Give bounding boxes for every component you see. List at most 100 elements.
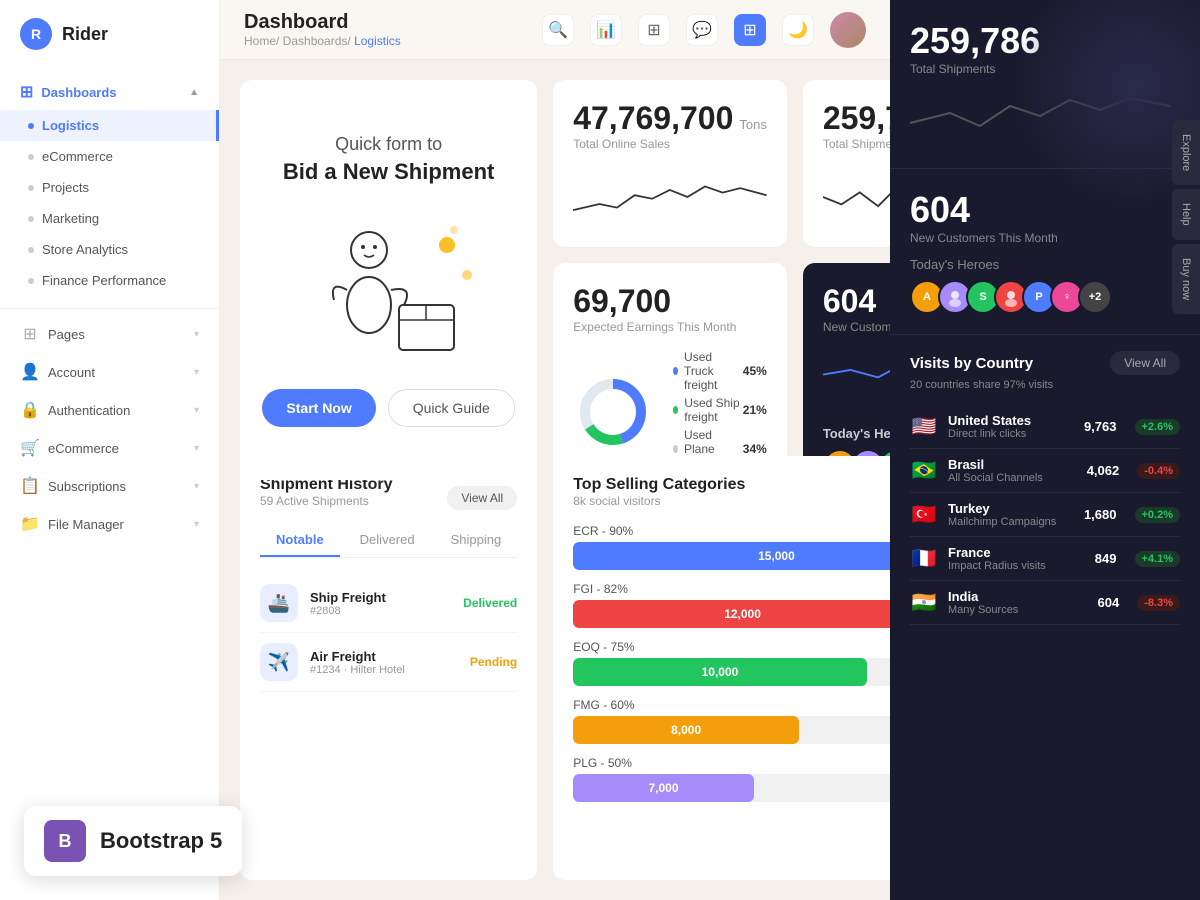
- shipment-id: #2808: [310, 605, 451, 617]
- country-change: -8.3%: [1137, 595, 1180, 611]
- apps-icon[interactable]: ⊞: [734, 14, 766, 46]
- shipment-icon: 🚢: [260, 584, 298, 622]
- pages-icon: ⊞: [20, 324, 40, 344]
- sidebar-item-finance-performance[interactable]: Finance Performance: [0, 265, 219, 296]
- sidebar-item-logistics[interactable]: Logistics: [0, 110, 219, 141]
- explore-action[interactable]: Explore: [1172, 120, 1200, 185]
- countries-title: Visits by Country: [910, 355, 1033, 372]
- dot-icon: [28, 216, 34, 222]
- help-action[interactable]: Help: [1172, 189, 1200, 240]
- sidebar-parent-label: Subscriptions: [48, 479, 126, 494]
- stat-number-customers: 604: [823, 283, 890, 320]
- country-change: +4.1%: [1135, 551, 1181, 567]
- countries-subtitle: 20 countries share 97% visits: [910, 379, 1180, 391]
- bar-track: 7,000: [573, 774, 890, 802]
- categories-subtitle: 8k social visitors: [573, 494, 745, 508]
- auth-chevron: ▾: [194, 405, 199, 416]
- sidebar-item-subscriptions[interactable]: 📋 Subscriptions ▾: [0, 467, 219, 505]
- country-change: +2.6%: [1135, 419, 1181, 435]
- search-icon[interactable]: 🔍: [542, 14, 574, 46]
- dot-icon: [28, 154, 34, 160]
- dashboards-group[interactable]: ⊞ Dashboards ▲: [0, 74, 219, 110]
- bar-label: EOQ - 75%: [573, 640, 890, 654]
- chat-icon[interactable]: 💬: [686, 14, 718, 46]
- bar-fill: 7,000: [573, 774, 754, 802]
- country-flag: 🇫🇷: [910, 546, 938, 571]
- shipment-status-2: Pending: [470, 655, 517, 669]
- country-source: Direct link clicks: [948, 428, 1074, 440]
- legend-item-ship: Used Ship freight 21%: [673, 396, 767, 424]
- shipment-name-2: Air Freight: [310, 649, 458, 664]
- side-actions: Explore Help Buy now: [1172, 120, 1200, 318]
- sidebar-item-label: eCommerce: [42, 149, 113, 164]
- stat-label-customers: New Customers This Month: [823, 320, 890, 334]
- country-name: Turkey: [948, 501, 1074, 516]
- sidebar-item-pages[interactable]: ⊞ Pages ▾: [0, 315, 219, 353]
- sidebar-item-account[interactable]: 👤 Account ▾: [0, 353, 219, 391]
- theme-toggle[interactable]: 🌙: [782, 14, 814, 46]
- app-name: Rider: [62, 24, 108, 45]
- country-visits: 4,062: [1087, 463, 1120, 478]
- heroes-section: Today's Heroes A S P ♀ +2: [910, 257, 1180, 314]
- app-logo[interactable]: R Rider: [0, 0, 219, 68]
- sidebar-item-marketing[interactable]: Marketing: [0, 203, 219, 234]
- sidebar-item-ecommerce[interactable]: eCommerce: [0, 141, 219, 172]
- countries-view-all[interactable]: View All: [1110, 351, 1180, 375]
- dark-stat-customers: 604 New Customers This Month Today's Her…: [890, 169, 1200, 335]
- dark-heroes-avatars: A S P ♀ +2: [910, 280, 1180, 314]
- sidebar-item-projects[interactable]: Projects: [0, 172, 219, 203]
- dashboards-section: ⊞ Dashboards ▲ Logistics eCommerce Proje…: [0, 68, 219, 302]
- country-source: Impact Radius visits: [948, 560, 1085, 572]
- tab-delivered[interactable]: Delivered: [344, 524, 431, 557]
- country-info: Turkey Mailchimp Campaigns: [948, 501, 1074, 528]
- sidebar-item-ecommerce-parent[interactable]: 🛒 eCommerce ▾: [0, 429, 219, 467]
- start-now-button[interactable]: Start Now: [262, 389, 375, 427]
- country-source: Mailchimp Campaigns: [948, 516, 1074, 528]
- bar-row: PLG - 50% 7,000: [573, 756, 890, 802]
- tab-shipping[interactable]: Shipping: [435, 524, 518, 557]
- breadcrumb: Home/ Dashboards/ Logistics: [244, 34, 401, 48]
- sidebar-item-authentication[interactable]: 🔒 Authentication ▾: [0, 391, 219, 429]
- dashboards-chevron: ▲: [189, 87, 199, 98]
- analytics-icon[interactable]: 📊: [590, 14, 622, 46]
- logo-icon: R: [20, 18, 52, 50]
- dashboards-label: ⊞ Dashboards: [20, 82, 117, 102]
- bar-fill: 8,000: [573, 716, 799, 744]
- country-flag: 🇹🇷: [910, 502, 938, 527]
- sidebar-item-file-manager[interactable]: 📁 File Manager ▾: [0, 505, 219, 543]
- country-change: -0.4%: [1137, 463, 1180, 479]
- shipment-history-view-all[interactable]: View All: [447, 486, 517, 510]
- country-row: 🇧🇷 Brasil All Social Channels 4,062 -0.4…: [910, 449, 1180, 493]
- country-source: All Social Channels: [948, 472, 1077, 484]
- user-avatar[interactable]: [830, 12, 866, 48]
- sidebar-parent-label: Account: [48, 365, 95, 380]
- sidebar-item-label: Finance Performance: [42, 273, 166, 288]
- grid-icon[interactable]: ⊞: [638, 14, 670, 46]
- bar-track: 15,000: [573, 542, 890, 570]
- shipment-history-header: Shipment History 59 Active Shipments Vie…: [260, 476, 517, 520]
- subscriptions-chevron: ▾: [194, 481, 199, 492]
- sidebar-item-label: Projects: [42, 180, 89, 195]
- sidebar-item-store-analytics[interactable]: Store Analytics: [0, 234, 219, 265]
- country-flag: 🇺🇸: [910, 414, 938, 439]
- stat-card-sales: 47,769,700 Tons Total Online Sales: [553, 80, 787, 247]
- content-grid: Quick form to Bid a New Shipment: [220, 60, 890, 900]
- ecommerce-icon: 🛒: [20, 438, 40, 458]
- mini-chart-sales: [573, 167, 767, 227]
- countries-header: Visits by Country View All: [910, 351, 1180, 375]
- main-area: Dashboard Home/ Dashboards/ Logistics 🔍 …: [220, 0, 890, 900]
- legend-pct-ship: 21%: [743, 403, 767, 417]
- shipment-history-subtitle: 59 Active Shipments: [260, 494, 392, 508]
- quick-guide-button[interactable]: Quick Guide: [388, 389, 515, 427]
- categories-title: Top Selling Categories: [573, 476, 745, 494]
- tab-notable[interactable]: Notable: [260, 524, 340, 557]
- buy-now-action[interactable]: Buy now: [1172, 244, 1200, 314]
- country-info: France Impact Radius visits: [948, 545, 1085, 572]
- bar-label: FMG - 60%: [573, 698, 890, 712]
- sidebar-item-label: Logistics: [42, 118, 99, 133]
- bar-row: FMG - 60% 8,000: [573, 698, 890, 744]
- bar-label: ECR - 90%: [573, 524, 890, 538]
- form-buttons: Start Now Quick Guide: [262, 389, 514, 427]
- stats-grid: 47,769,700 Tons Total Online Sales 259,7…: [553, 80, 890, 440]
- heroes-section-label: Today's Heroes: [910, 257, 1180, 272]
